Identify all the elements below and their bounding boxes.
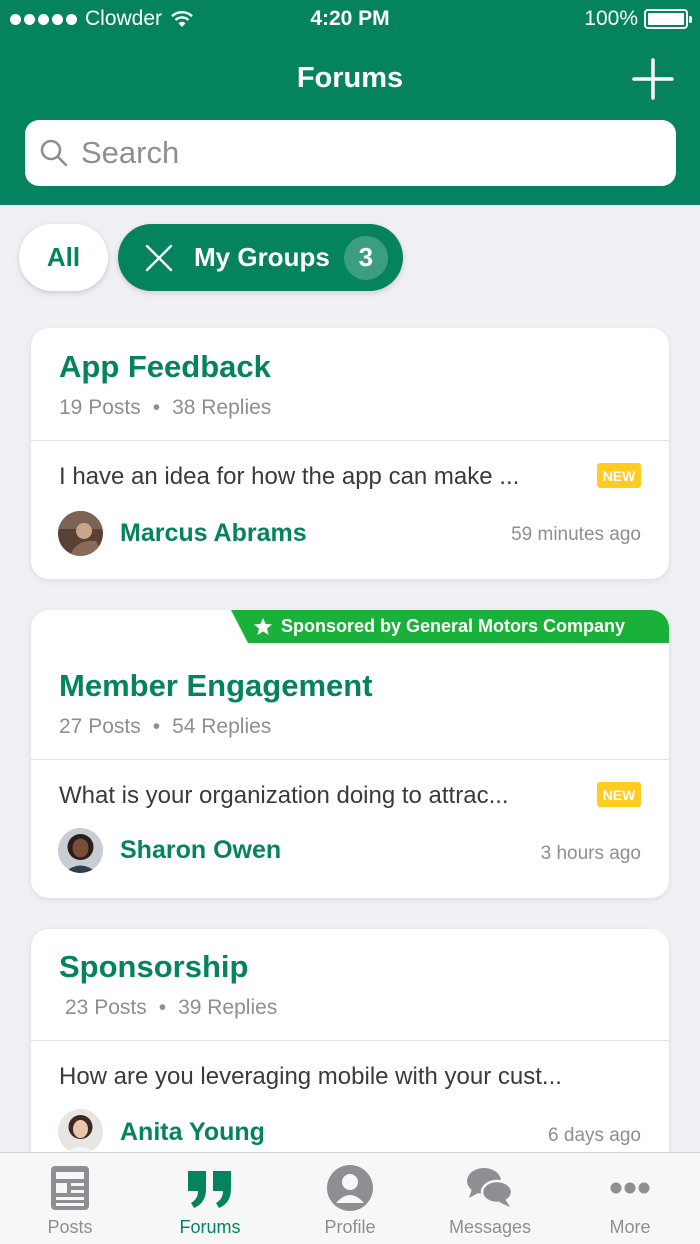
timestamp: 59 minutes ago — [511, 524, 641, 545]
tab-label: Forums — [179, 1217, 241, 1237]
forum-title[interactable]: App Feedback — [59, 349, 271, 385]
post-count: 27 Posts — [59, 715, 141, 738]
post-count: 19 Posts — [59, 396, 141, 419]
forum-title[interactable]: Member Engagement — [59, 668, 373, 704]
messages-icon — [467, 1168, 514, 1207]
card-divider — [31, 759, 669, 760]
close-icon[interactable] — [144, 243, 174, 273]
forum-stats: 19 Posts • 38 Replies — [59, 396, 271, 420]
sponsor-banner: Sponsored by General Motors Company — [231, 610, 669, 643]
forum-card[interactable]: Sponsored by General Motors Company Memb… — [31, 610, 669, 898]
forum-card[interactable]: App Feedback 19 Posts • 38 Replies I have … — [31, 328, 669, 579]
search-bar[interactable] — [25, 120, 676, 186]
add-icon[interactable] — [632, 58, 674, 100]
filter-all-chip[interactable]: All — [19, 224, 108, 291]
tab-profile[interactable]: Profile — [280, 1153, 420, 1244]
tab-bar: Posts Forums Profile Messages More — [0, 1152, 700, 1244]
avatar[interactable] — [58, 1109, 103, 1154]
more-icon — [610, 1182, 650, 1194]
forum-stats: 23 Posts • 39 Replies — [65, 996, 277, 1020]
search-icon — [40, 139, 68, 167]
author-name[interactable]: Marcus Abrams — [120, 519, 307, 548]
tab-posts[interactable]: Posts — [0, 1153, 140, 1244]
search-input[interactable] — [81, 135, 641, 171]
group-count-badge: 3 — [343, 235, 388, 280]
post-preview[interactable]: How are you leveraging mobile with your … — [59, 1063, 562, 1091]
battery-percent: 100% — [584, 7, 638, 30]
chip-label: My Groups — [194, 242, 330, 272]
reply-count: 39 Replies — [178, 996, 278, 1019]
forum-stats: 27 Posts • 54 Replies — [59, 715, 271, 739]
posts-icon — [51, 1166, 89, 1210]
reply-count: 38 Replies — [172, 396, 272, 419]
forum-card[interactable]: Sponsorship 23 Posts • 39 Replies How are … — [31, 929, 669, 1189]
status-bar: Clowder 4:20 PM 100% — [0, 0, 700, 40]
separator-dot: • — [152, 715, 161, 738]
tab-label: Posts — [47, 1217, 93, 1237]
author-name[interactable]: Anita Young — [120, 1118, 265, 1147]
profile-icon — [327, 1165, 373, 1211]
status-right: 100% — [584, 7, 692, 31]
post-count: 23 Posts — [65, 996, 147, 1019]
page-title: Forums — [296, 62, 404, 94]
filter-my-groups-chip[interactable]: My Groups 3 — [118, 224, 403, 291]
new-badge: NEW — [597, 782, 641, 807]
new-badge: NEW — [597, 463, 641, 488]
card-divider — [31, 1040, 669, 1041]
forum-title[interactable]: Sponsorship — [59, 949, 248, 985]
avatar[interactable] — [58, 511, 103, 556]
post-preview[interactable]: What is your organization doing to attra… — [59, 782, 509, 810]
tab-forums[interactable]: Forums — [140, 1153, 280, 1244]
author-name[interactable]: Sharon Owen — [120, 836, 281, 865]
separator-dot: • — [152, 396, 161, 419]
timestamp: 3 hours ago — [540, 843, 641, 864]
card-divider — [31, 440, 669, 441]
app-header: Clowder 4:20 PM 100% Forums — [0, 0, 700, 205]
reply-count: 54 Replies — [172, 715, 272, 738]
post-preview[interactable]: I have an idea for how the app can make … — [59, 463, 519, 491]
sponsor-text: Sponsored by General Motors Company — [281, 616, 626, 636]
tab-messages[interactable]: Messages — [420, 1153, 560, 1244]
tab-more[interactable]: More — [560, 1153, 700, 1244]
tab-label: Messages — [448, 1217, 532, 1237]
timestamp: 6 days ago — [548, 1125, 641, 1146]
tab-label: Profile — [324, 1217, 376, 1237]
avatar[interactable] — [58, 828, 103, 873]
battery-icon — [644, 9, 692, 29]
separator-dot: • — [158, 996, 167, 1019]
star-icon — [254, 617, 272, 635]
tab-label: More — [609, 1217, 651, 1237]
quote-icon — [188, 1171, 231, 1208]
